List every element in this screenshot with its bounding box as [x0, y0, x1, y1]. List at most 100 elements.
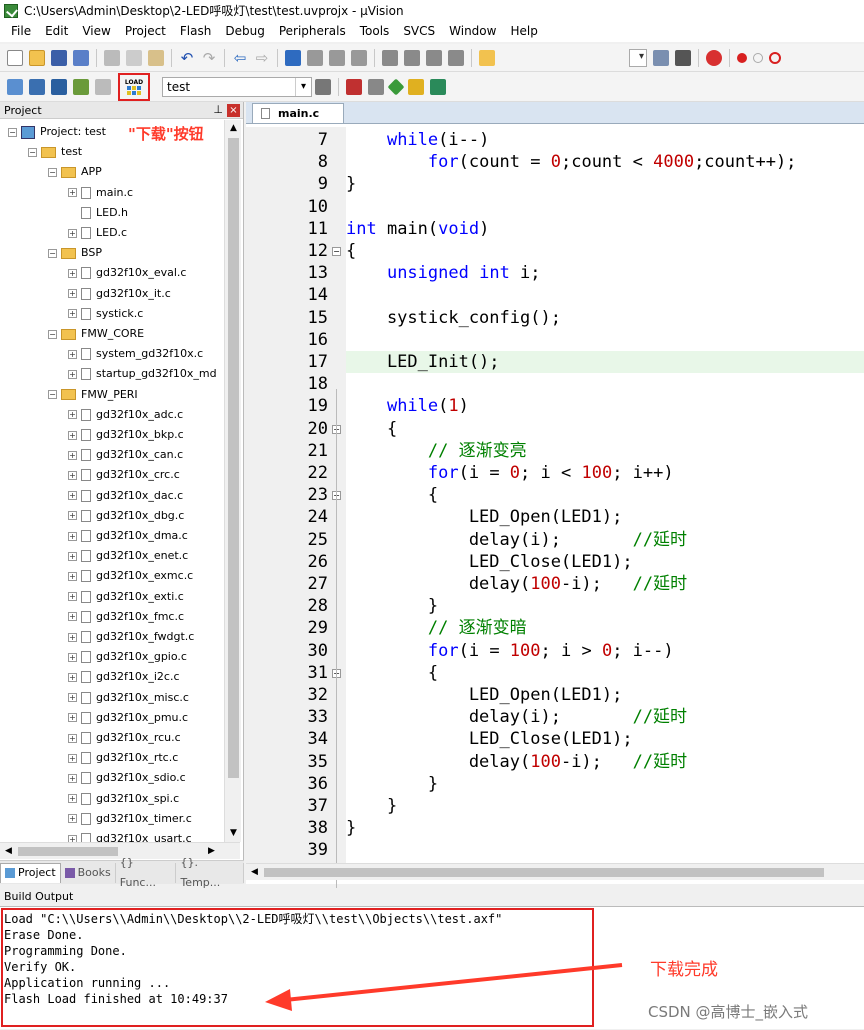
tree-file[interactable]: + gd32f10x_dbg.c: [68, 506, 184, 526]
download-load-button[interactable]: LOAD: [118, 72, 150, 101]
tree-file[interactable]: + gd32f10x_dac.c: [68, 486, 183, 506]
translate-icon[interactable]: [7, 78, 23, 95]
expand-icon[interactable]: +: [68, 410, 77, 420]
nav-back-icon[interactable]: ⇦: [232, 50, 248, 66]
expand-icon[interactable]: +: [68, 773, 77, 783]
expand-icon[interactable]: +: [68, 612, 77, 622]
expand-icon[interactable]: +: [68, 511, 77, 521]
tree-file[interactable]: + gd32f10x_bkp.c: [68, 425, 184, 445]
menu-tools[interactable]: Tools: [353, 21, 397, 42]
collapse-icon[interactable]: −: [48, 167, 57, 177]
tree-file[interactable]: + gd32f10x_fwdgt.c: [68, 627, 194, 647]
tree-file[interactable]: + gd32f10x_rcu.c: [68, 728, 181, 748]
tree-file[interactable]: + systick.c: [68, 304, 143, 324]
collapse-icon[interactable]: −: [28, 147, 37, 157]
scroll-left-icon[interactable]: ◀: [0, 843, 17, 860]
tree-vertical-scrollbar[interactable]: ▲ ▼: [224, 120, 241, 842]
expand-icon[interactable]: +: [68, 753, 77, 763]
expand-icon[interactable]: +: [68, 672, 77, 682]
target-options-icon[interactable]: [315, 78, 331, 95]
expand-icon[interactable]: +: [68, 834, 77, 842]
indent-icon[interactable]: [382, 49, 398, 66]
copy-icon[interactable]: [126, 49, 142, 66]
tree-file[interactable]: + gd32f10x_timer.c: [68, 809, 192, 829]
tree-file[interactable]: + gd32f10x_gpio.c: [68, 647, 187, 667]
tab-templates[interactable]: {}. Temp...: [176, 856, 244, 889]
save-all-icon[interactable]: [73, 49, 89, 66]
tree-file[interactable]: + gd32f10x_dma.c: [68, 526, 188, 546]
tree-file[interactable]: + gd32f10x_adc.c: [68, 405, 183, 425]
close-icon[interactable]: ×: [227, 104, 240, 117]
build-icon[interactable]: [29, 78, 45, 95]
tab-main-c[interactable]: main.c: [252, 103, 344, 123]
expand-icon[interactable]: +: [68, 551, 77, 561]
expand-icon[interactable]: +: [68, 814, 77, 824]
menu-debug[interactable]: Debug: [218, 21, 271, 42]
incremental-find-icon[interactable]: [675, 49, 691, 66]
menu-help[interactable]: Help: [503, 21, 544, 42]
tree-file[interactable]: + gd32f10x_sdio.c: [68, 768, 186, 788]
tree-group[interactable]: − BSP: [48, 243, 102, 263]
paste-icon[interactable]: [148, 49, 164, 66]
menu-file[interactable]: File: [4, 21, 38, 42]
expand-icon[interactable]: +: [68, 470, 77, 480]
expand-icon[interactable]: +: [68, 713, 77, 723]
tree-file[interactable]: LED.h: [68, 203, 128, 223]
code-area[interactable]: while(i--) for(count = 0;count < 4000;co…: [346, 127, 864, 863]
tree-file[interactable]: + gd32f10x_usart.c: [68, 829, 192, 842]
collapse-icon[interactable]: −: [48, 248, 57, 258]
undo-icon[interactable]: ↶: [179, 50, 195, 66]
scroll-thumb[interactable]: [264, 868, 824, 877]
unindent-icon[interactable]: [404, 49, 420, 66]
menu-view[interactable]: View: [75, 21, 117, 42]
tree-file[interactable]: + startup_gd32f10x_md: [68, 364, 217, 384]
tab-books[interactable]: Books: [61, 862, 116, 883]
expand-icon[interactable]: +: [68, 733, 77, 743]
build-output-pane[interactable]: Load "C:\\Users\\Admin\\Desktop\\2-LED呼吸…: [0, 906, 864, 1029]
tree-file[interactable]: + gd32f10x_pmu.c: [68, 708, 188, 728]
menu-edit[interactable]: Edit: [38, 21, 75, 42]
pack-installer-icon[interactable]: [408, 78, 424, 95]
expand-icon[interactable]: +: [68, 592, 77, 602]
rte-icon[interactable]: [387, 78, 405, 95]
find-combo[interactable]: [629, 48, 647, 67]
open-file-icon[interactable]: [29, 49, 45, 66]
find-icon[interactable]: [653, 49, 669, 66]
tab-project[interactable]: Project: [0, 862, 61, 883]
find-in-files-icon[interactable]: [479, 49, 495, 66]
editor-horizontal-scrollbar[interactable]: ◀: [246, 863, 864, 880]
collapse-icon[interactable]: −: [48, 329, 57, 339]
stop-build-icon[interactable]: [95, 78, 111, 95]
select-software-packs-icon[interactable]: [430, 78, 446, 95]
collapse-icon[interactable]: −: [48, 390, 57, 400]
expand-icon[interactable]: +: [68, 289, 77, 299]
scroll-up-icon[interactable]: ▲: [225, 120, 242, 137]
tree-file[interactable]: + gd32f10x_fmc.c: [68, 607, 184, 627]
expand-icon[interactable]: +: [68, 268, 77, 278]
rebuild-icon[interactable]: [51, 78, 67, 95]
tree-file[interactable]: + gd32f10x_spi.c: [68, 789, 179, 809]
collapse-icon[interactable]: −: [8, 127, 17, 137]
tree-group[interactable]: − FMW_CORE: [48, 324, 144, 344]
batch-build-icon[interactable]: [73, 78, 89, 95]
tree-file[interactable]: + gd32f10x_i2c.c: [68, 667, 180, 687]
tree-file[interactable]: + gd32f10x_misc.c: [68, 688, 189, 708]
debug-session-icon[interactable]: [706, 49, 722, 66]
expand-icon[interactable]: +: [68, 571, 77, 581]
scroll-left-icon[interactable]: ◀: [246, 864, 263, 881]
tree-file[interactable]: + gd32f10x_eval.c: [68, 263, 186, 283]
uncomment-icon[interactable]: [448, 49, 464, 66]
bookmark-icon[interactable]: [285, 49, 301, 66]
tree-file[interactable]: + gd32f10x_rtc.c: [68, 748, 178, 768]
tree-file[interactable]: + gd32f10x_enet.c: [68, 546, 188, 566]
tree-file[interactable]: + system_gd32f10x.c: [68, 344, 203, 364]
expand-icon[interactable]: +: [68, 430, 77, 440]
tree-group[interactable]: − APP: [48, 162, 102, 182]
tree-root-project[interactable]: − Project: test: [8, 122, 106, 142]
expand-icon[interactable]: +: [68, 632, 77, 642]
expand-icon[interactable]: +: [68, 450, 77, 460]
save-icon[interactable]: [51, 49, 67, 66]
menu-flash[interactable]: Flash: [173, 21, 218, 42]
kill-breakpoints-icon[interactable]: [769, 51, 781, 64]
expand-icon[interactable]: +: [68, 491, 77, 501]
